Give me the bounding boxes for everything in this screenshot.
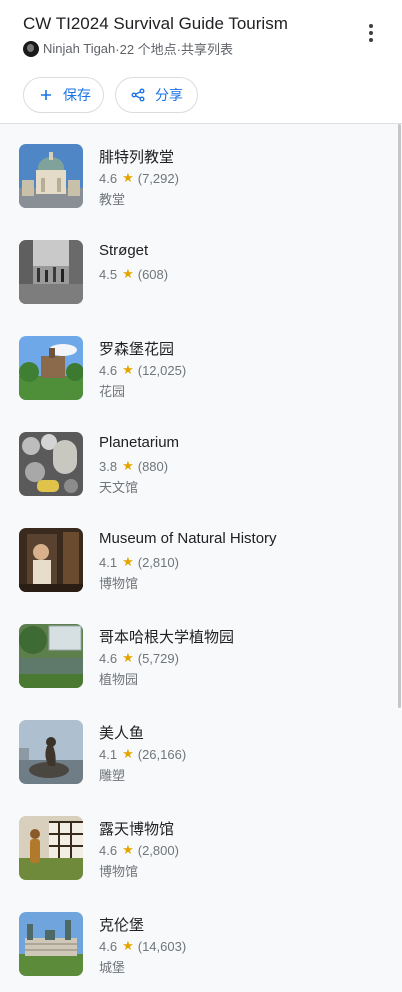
- list-item[interactable]: 露天博物馆 4.6 ★ (2,800) 博物馆: [0, 796, 396, 892]
- share-icon: [130, 87, 146, 103]
- scrollbar[interactable]: [398, 124, 401, 708]
- place-photo: [19, 816, 83, 880]
- place-photo: [19, 240, 83, 304]
- rating-value: 4.1: [99, 746, 118, 762]
- review-count: (5,729): [137, 650, 179, 666]
- more-vert-icon[interactable]: [362, 22, 380, 44]
- rating-value: 4.6: [99, 650, 118, 666]
- star-icon: ★: [122, 842, 134, 857]
- place-rating: 4.6 ★ (14,603): [99, 938, 186, 954]
- list-item[interactable]: Museum of Natural History 4.1 ★ (2,810) …: [0, 508, 396, 604]
- rating-value: 4.1: [99, 554, 118, 570]
- place-category: 植物园: [99, 672, 139, 687]
- place-rating: 4.5 ★ (608): [99, 266, 168, 282]
- list-item[interactable]: Strøget 4.5 ★ (608): [0, 220, 396, 316]
- place-photo: [19, 336, 83, 400]
- star-icon: ★: [122, 170, 134, 185]
- review-count: (12,025): [137, 362, 187, 378]
- place-category: 天文馆: [99, 480, 139, 495]
- place-name: Planetarium: [99, 434, 180, 451]
- plus-icon: [38, 87, 54, 103]
- place-photo: [19, 144, 83, 208]
- review-count: (608): [137, 266, 169, 282]
- place-photo: [19, 912, 83, 976]
- place-rating: 4.1 ★ (2,810): [99, 554, 179, 570]
- place-photo: [19, 624, 83, 688]
- rating-value: 4.6: [99, 842, 118, 858]
- share-button[interactable]: 分享: [115, 77, 198, 113]
- rating-value: 4.5: [99, 266, 118, 282]
- place-name: 腓特列教堂: [99, 149, 175, 166]
- star-icon: ★: [122, 458, 134, 473]
- list-subtitle: Ninjah Tigah ·22 个地点·共享列表: [23, 39, 233, 58]
- rating-value: 4.6: [99, 938, 118, 954]
- star-icon: ★: [122, 938, 134, 953]
- share-label: 分享: [155, 87, 183, 103]
- place-name: 克伦堡: [99, 917, 145, 934]
- place-name: Strøget: [99, 242, 149, 259]
- place-photo: [19, 432, 83, 496]
- place-name: Museum of Natural History: [99, 530, 277, 547]
- star-icon: ★: [122, 746, 134, 761]
- avatar[interactable]: [23, 40, 39, 57]
- list-title: CW TI2024 Survival Guide Tourism: [23, 14, 288, 33]
- star-icon: ★: [122, 362, 134, 377]
- list-item[interactable]: 美人鱼 4.1 ★ (26,166) 雕塑: [0, 700, 396, 796]
- list-item[interactable]: 哥本哈根大学植物园 4.6 ★ (5,729) 植物园: [0, 604, 396, 700]
- place-rating: 4.6 ★ (12,025): [99, 362, 186, 378]
- list-header: CW TI2024 Survival Guide Tourism Ninjah …: [0, 0, 402, 123]
- review-count: (2,810): [137, 554, 179, 570]
- place-rating: 4.6 ★ (2,800): [99, 842, 179, 858]
- place-name: 美人鱼: [99, 725, 145, 742]
- save-label: 保存: [63, 87, 91, 103]
- place-category: 博物馆: [99, 864, 139, 879]
- review-count: (14,603): [137, 938, 187, 954]
- place-category: 花园: [99, 384, 126, 399]
- place-rating: 3.8 ★ (880): [99, 458, 168, 474]
- place-rating: 4.6 ★ (5,729): [99, 650, 179, 666]
- list-item[interactable]: 罗森堡花园 4.6 ★ (12,025) 花园: [0, 316, 396, 412]
- rating-value: 3.8: [99, 458, 118, 474]
- rating-value: 4.6: [99, 362, 118, 378]
- review-count: (7,292): [137, 170, 179, 186]
- review-count: (26,166): [137, 746, 187, 762]
- place-rating: 4.1 ★ (26,166): [99, 746, 186, 762]
- place-category: 教堂: [99, 192, 126, 207]
- save-button[interactable]: 保存: [23, 77, 104, 113]
- place-category: 雕塑: [99, 768, 126, 783]
- place-rating: 4.6 ★ (7,292): [99, 170, 179, 186]
- star-icon: ★: [122, 650, 134, 665]
- star-icon: ★: [122, 266, 134, 281]
- place-name: 哥本哈根大学植物园: [99, 629, 235, 646]
- list-meta: ·22 个地点·共享列表: [115, 42, 234, 57]
- review-count: (880): [137, 458, 169, 474]
- place-category: 城堡: [99, 960, 126, 975]
- place-list[interactable]: 腓特列教堂 4.6 ★ (7,292) 教堂 Strøget 4.5 ★ (60…: [0, 124, 402, 992]
- place-photo: [19, 528, 83, 592]
- rating-value: 4.6: [99, 170, 118, 186]
- star-icon: ★: [122, 554, 134, 569]
- list-item[interactable]: Planetarium 3.8 ★ (880) 天文馆: [0, 412, 396, 508]
- list-item[interactable]: 腓特列教堂 4.6 ★ (7,292) 教堂: [0, 124, 396, 220]
- place-name: 罗森堡花园: [99, 341, 175, 358]
- place-category: 博物馆: [99, 576, 139, 591]
- owner-name[interactable]: Ninjah Tigah: [43, 41, 115, 56]
- place-name: 露天博物馆: [99, 821, 175, 838]
- review-count: (2,800): [137, 842, 179, 858]
- list-item[interactable]: 克伦堡 4.6 ★ (14,603) 城堡: [0, 892, 396, 988]
- place-photo: [19, 720, 83, 784]
